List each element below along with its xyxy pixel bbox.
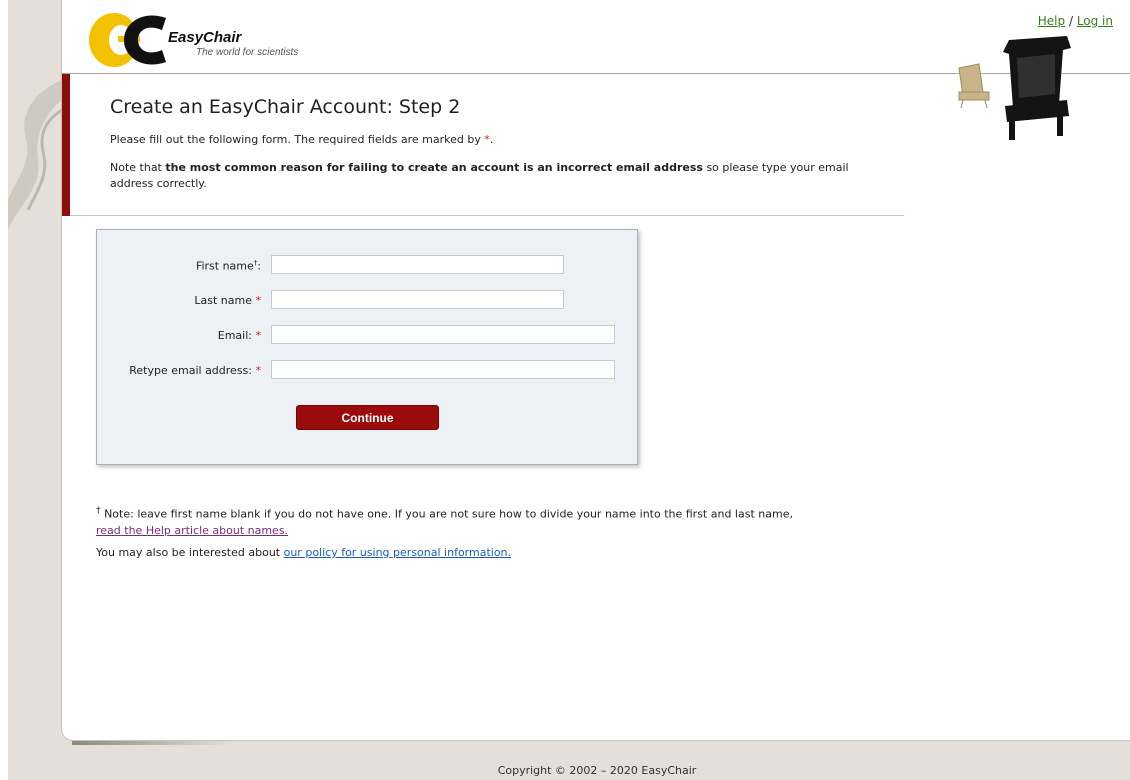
intro-text: Please fill out the following form. The …	[110, 133, 493, 146]
last-name-label-text: Last name	[194, 294, 252, 307]
copyright: Copyright © 2002 – 2020 EasyChair	[497, 764, 697, 777]
footnote-dagger: †	[96, 505, 101, 516]
logo-name: EasyChair	[168, 29, 242, 46]
first-name-label: First name†:	[196, 259, 261, 273]
page-title: Create an EasyChair Account: Step 2	[110, 96, 461, 118]
first-name-label-text: First name	[195, 259, 254, 273]
retype-email-required: *	[255, 364, 262, 377]
logo-tagline: The world for scientists	[196, 47, 299, 58]
email-note: Note that the most common reason for fai…	[110, 160, 860, 192]
footnote-text: Note: leave first name blank if you do n…	[104, 507, 793, 521]
continue-button[interactable]: Continue	[296, 405, 439, 430]
email-label-text: Email:	[217, 329, 252, 342]
intro-body: Please fill out the following form. The …	[110, 133, 481, 146]
accent-bar	[62, 74, 70, 216]
easychair-logo[interactable]: EasyChair The world for scientists	[88, 12, 328, 68]
decorative-swirl	[8, 80, 62, 230]
retype-email-label: Retype email address: *	[129, 364, 261, 377]
retype-email-input[interactable]	[271, 360, 615, 379]
first-name-colon: :	[257, 259, 261, 273]
left-margin-strip	[0, 0, 8, 780]
link-separator: /	[1068, 14, 1073, 28]
ec-logo-icon	[89, 13, 166, 67]
chairs-illustration-icon	[958, 36, 1071, 140]
email-required: *	[255, 329, 262, 342]
card-shadow	[72, 741, 232, 745]
first-name-footnote: † Note: leave first name blank if you do…	[96, 503, 876, 539]
email-label: Email: *	[218, 329, 261, 342]
section-divider	[70, 215, 904, 216]
first-name-input[interactable]	[271, 255, 564, 274]
last-name-input[interactable]	[271, 290, 564, 309]
intro-end: .	[489, 133, 494, 146]
account-form: First name†: Last name * Email: * Retype…	[96, 229, 638, 465]
note-prefix: Note that	[110, 161, 162, 174]
last-name-label: Last name *	[194, 294, 261, 307]
login-link[interactable]: Log in	[1077, 14, 1113, 28]
privacy-policy-link[interactable]: our policy for using personal informatio…	[284, 546, 511, 559]
top-links: Help / Log in	[1038, 14, 1113, 28]
retype-email-label-text: Retype email address:	[129, 364, 252, 377]
policy-body: You may also be interested about	[96, 546, 281, 559]
email-input[interactable]	[271, 325, 615, 344]
last-name-required: *	[255, 294, 262, 307]
help-link[interactable]: Help	[1038, 14, 1065, 28]
policy-text: You may also be interested about our pol…	[96, 546, 511, 559]
note-emphasis: the most common reason for failing to cr…	[165, 161, 703, 174]
help-names-link[interactable]: read the Help article about names.	[96, 524, 288, 537]
